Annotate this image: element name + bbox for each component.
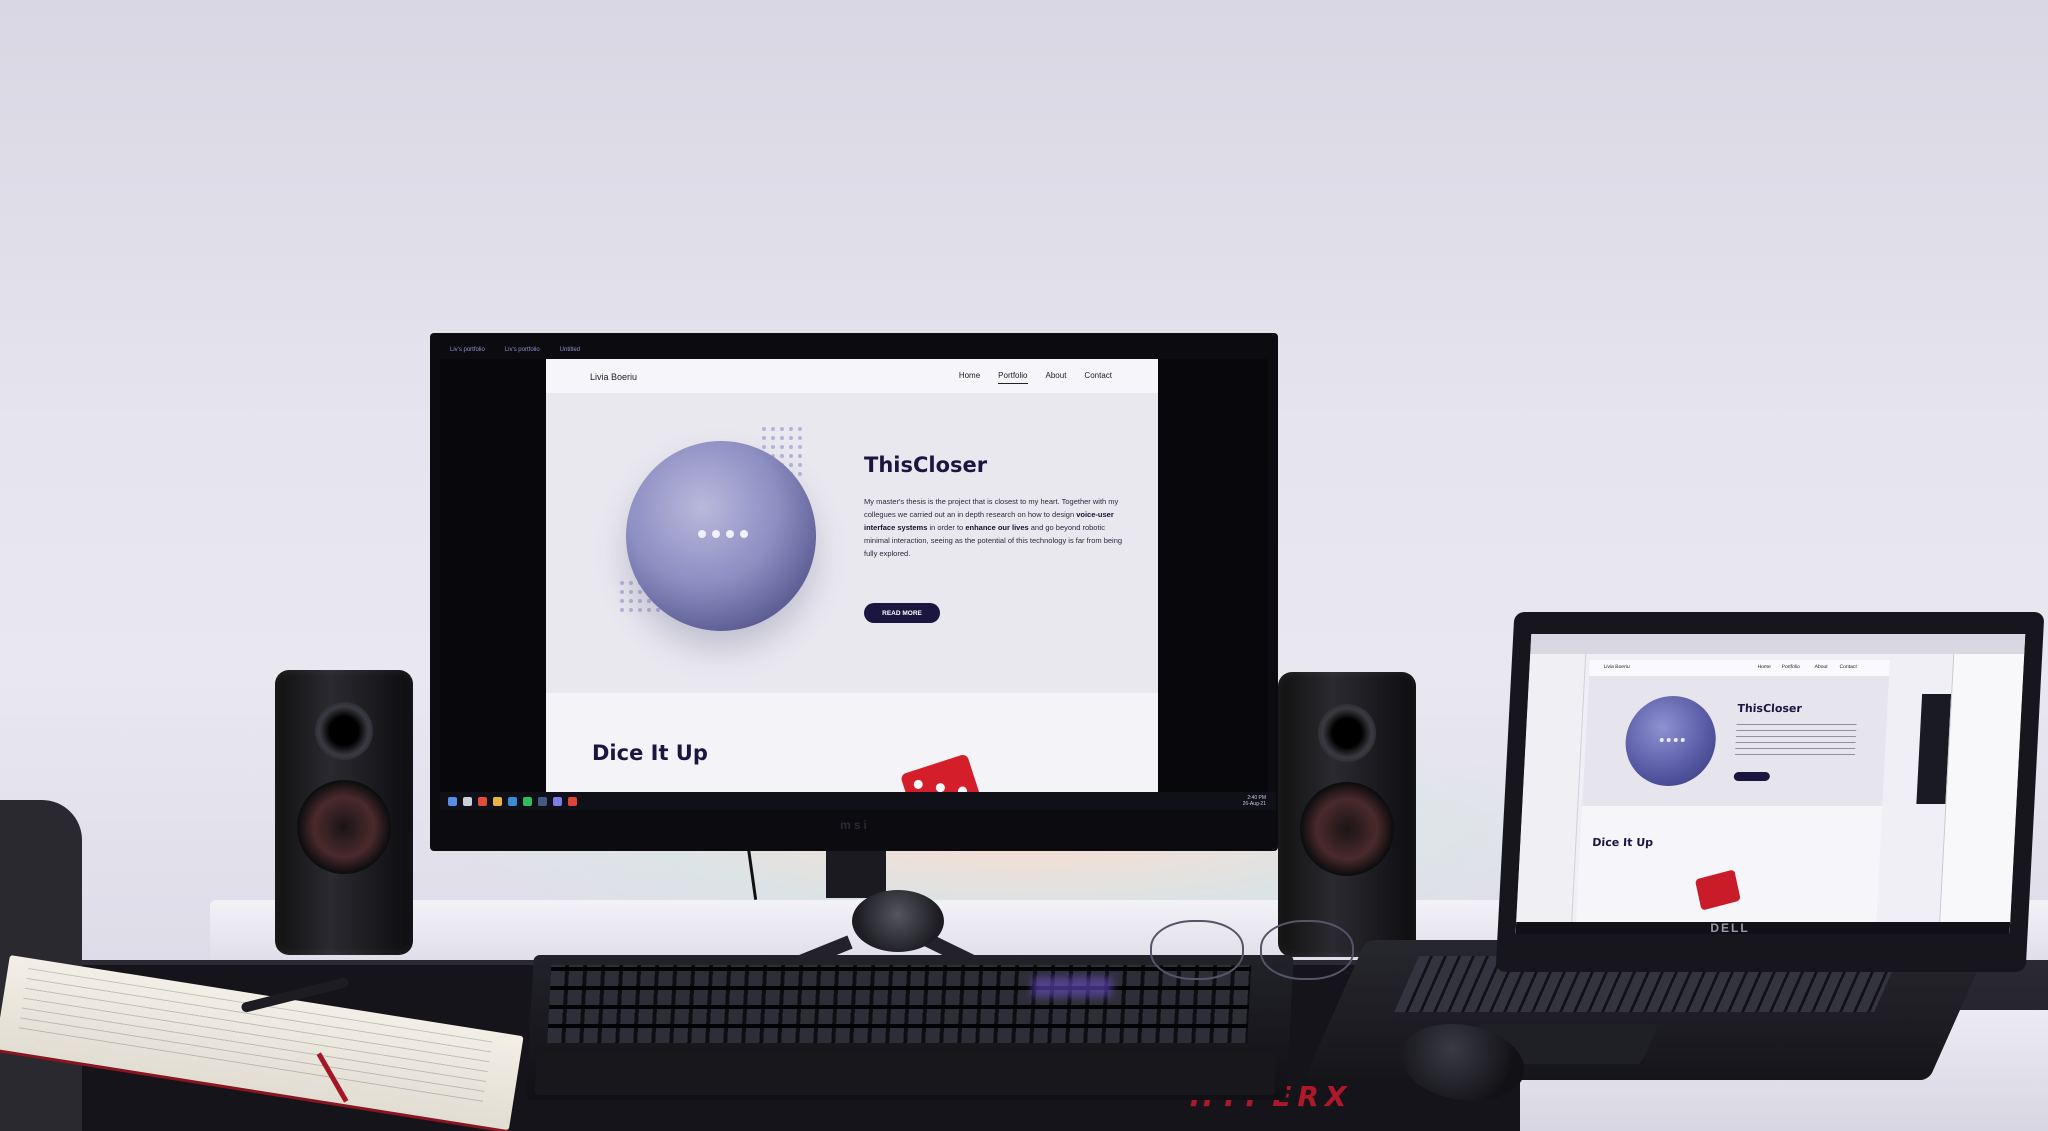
- steam-icon[interactable]: [538, 796, 547, 806]
- smart-speaker-image: [1623, 696, 1719, 786]
- site-navbar: Livia Boeriu Home Portfolio About Contac…: [546, 359, 1158, 394]
- windows-taskbar: 2:40 PM 26-Aug-21: [440, 792, 1276, 810]
- read-more-button[interactable]: READ MORE: [864, 603, 940, 623]
- laptop-project-description: [1734, 720, 1857, 760]
- monitor-dark-margin: [440, 359, 546, 792]
- site-nav-links: Home Portfolio About Contact: [959, 371, 1112, 384]
- spotify-icon[interactable]: [523, 796, 532, 806]
- vscode-icon[interactable]: [508, 796, 517, 806]
- devtools-panel: [1938, 654, 2025, 934]
- discord-icon[interactable]: [553, 796, 562, 806]
- browser-tab[interactable]: Liv's portfolio: [450, 347, 485, 353]
- laptop-display: Livia Boeriu Home Portfolio About Contac…: [1495, 612, 2045, 972]
- speaker-tweeter: [1318, 704, 1376, 762]
- laptop-second-title: Dice It Up: [1592, 836, 1654, 849]
- laptop-site-brand[interactable]: Livia Boeriu: [1603, 664, 1629, 670]
- monitor-brand-logo: msi: [840, 818, 870, 832]
- search-icon[interactable]: [463, 796, 472, 806]
- laptop-nav-home[interactable]: Home: [1757, 664, 1771, 670]
- desk-setup-photo: HYPERX Liv's portfolio Liv's portfolio U…: [0, 0, 2048, 1131]
- laptop-hero-section: ThisCloser: [1582, 676, 1890, 806]
- speaker-woofer: [297, 780, 391, 874]
- speaker-woofer: [1300, 782, 1394, 876]
- browser-icon[interactable]: [478, 796, 487, 806]
- folder-icon[interactable]: [493, 796, 502, 806]
- eyeglasses: [1150, 920, 1370, 1000]
- monitor: Liv's portfolio Liv's portfolio Untitled…: [430, 333, 1278, 851]
- dice-image: [899, 753, 983, 792]
- second-project-section: Dice It Up: [546, 693, 1158, 792]
- browser-tab[interactable]: Untitled: [560, 347, 580, 353]
- webcam: [852, 890, 944, 952]
- nav-link-portfolio[interactable]: Portfolio: [998, 371, 1028, 384]
- speaker-lights: [698, 530, 748, 538]
- smart-speaker-image: [626, 441, 816, 631]
- laptop-screen: Livia Boeriu Home Portfolio About Contac…: [1515, 634, 2026, 934]
- browser-tab[interactable]: Liv's portfolio: [505, 347, 540, 353]
- laptop-read-more-button[interactable]: [1733, 772, 1771, 781]
- wrist-rest: [534, 1053, 1277, 1095]
- second-project-title: Dice It Up: [592, 741, 708, 765]
- laptop-nav-about[interactable]: About: [1814, 664, 1827, 670]
- speaker-right: [1278, 672, 1416, 957]
- laptop-nav-contact[interactable]: Contact: [1839, 664, 1857, 670]
- nav-link-home[interactable]: Home: [959, 371, 980, 384]
- speaker-lights: [1659, 738, 1685, 742]
- speaker-tweeter: [315, 702, 373, 760]
- taskbar-clock[interactable]: 2:40 PM 26-Aug-21: [1243, 795, 1266, 807]
- laptop-taskbar: [1515, 922, 2011, 934]
- editor-sidebar: [1515, 654, 1587, 934]
- windows-start-icon[interactable]: [448, 796, 457, 806]
- monitor-browser-tabs: Liv's portfolio Liv's portfolio Untitled: [440, 343, 1278, 357]
- laptop-project-title: ThisCloser: [1737, 702, 1803, 715]
- nav-link-about[interactable]: About: [1046, 371, 1067, 384]
- project-description: My master's thesis is the project that i…: [864, 497, 1123, 558]
- keyboard-keys: [547, 965, 1252, 1043]
- site-brand[interactable]: Livia Boeriu: [590, 372, 637, 382]
- chrome-icon[interactable]: [568, 796, 577, 806]
- glasses-lens: [1150, 920, 1244, 980]
- keyboard-backlight: [1031, 977, 1113, 997]
- laptop-site-navbar: Livia Boeriu Home Portfolio About Contac…: [1589, 660, 1890, 674]
- laptop-nav-portfolio[interactable]: Portfolio: [1781, 664, 1800, 670]
- hero-section: ThisCloser My master's thesis is the pro…: [546, 393, 1158, 693]
- speaker-left: [275, 670, 413, 955]
- portfolio-website: Livia Boeriu Home Portfolio About Contac…: [546, 359, 1158, 792]
- clock-date: 26-Aug-21: [1242, 801, 1266, 807]
- laptop-second-section: Dice It Up: [1575, 806, 1883, 930]
- glasses-lens: [1260, 920, 1354, 980]
- laptop-browser-bar: [1530, 634, 2026, 654]
- nav-link-contact[interactable]: Contact: [1084, 371, 1112, 384]
- monitor-dark-margin: [1158, 359, 1268, 792]
- project-title: ThisCloser: [864, 453, 988, 477]
- laptop-brand-logo: DELL: [1710, 921, 1750, 935]
